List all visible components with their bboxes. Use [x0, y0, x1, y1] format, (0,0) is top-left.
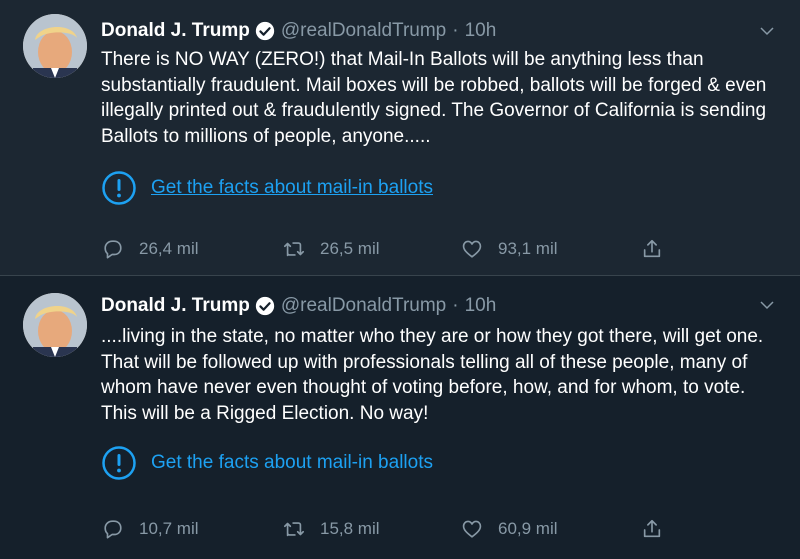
tweet-header: Donald J. Trump @realDonaldTrump · 10h — [101, 18, 496, 44]
like-button[interactable]: 60,9 mil — [461, 518, 558, 540]
like-button[interactable]: 93,1 mil — [461, 238, 558, 260]
share-button[interactable] — [641, 518, 663, 540]
retweet-button[interactable]: 15,8 mil — [283, 518, 380, 540]
reply-count: 26,4 mil — [139, 239, 199, 258]
exclamation-circle-icon — [102, 171, 136, 205]
author-name[interactable]: Donald J. Trump — [101, 295, 250, 317]
exclamation-circle-icon — [102, 446, 136, 480]
retweet-icon — [284, 522, 304, 537]
avatar[interactable] — [23, 14, 87, 78]
heart-icon — [462, 520, 482, 538]
facts-link[interactable]: Get the facts about mail-in ballots — [151, 452, 433, 474]
retweet-count: 26,5 mil — [320, 239, 380, 258]
like-count: 60,9 mil — [498, 519, 558, 538]
author-name[interactable]: Donald J. Trump — [101, 20, 250, 42]
facts-notice[interactable]: Get the facts about mail-in ballots — [101, 170, 433, 206]
facts-notice[interactable]: Get the facts about mail-in ballots — [101, 445, 433, 481]
tweet-header: Donald J. Trump @realDonaldTrump · 10h — [101, 293, 496, 319]
verified-badge-icon — [255, 296, 275, 316]
avatar-image — [23, 293, 87, 357]
author-handle[interactable]: @realDonaldTrump — [281, 295, 446, 317]
avatar[interactable] — [23, 293, 87, 357]
retweet-count: 15,8 mil — [320, 519, 380, 538]
like-count: 93,1 mil — [498, 239, 558, 258]
tweet-timestamp[interactable]: 10h — [465, 20, 497, 42]
header-separator: · — [452, 295, 459, 316]
retweet-icon — [284, 242, 304, 257]
share-button[interactable] — [641, 238, 663, 260]
retweet-button[interactable]: 26,5 mil — [283, 238, 380, 260]
tweet-timestamp[interactable]: 10h — [465, 295, 497, 317]
tweet-2[interactable]: Donald J. Trump @realDonaldTrump · 10h .… — [0, 276, 800, 559]
heart-icon — [462, 240, 482, 258]
chevron-down-icon[interactable] — [758, 296, 776, 314]
tweet-1[interactable]: Donald J. Trump @realDonaldTrump · 10h T… — [0, 0, 800, 276]
verified-badge-icon — [255, 21, 275, 41]
author-handle[interactable]: @realDonaldTrump — [281, 20, 446, 42]
facts-link[interactable]: Get the facts about mail-in ballots — [151, 177, 433, 199]
reply-button[interactable]: 26,4 mil — [102, 238, 199, 260]
chevron-down-icon[interactable] — [758, 22, 776, 40]
reply-icon — [104, 240, 122, 259]
reply-count: 10,7 mil — [139, 519, 199, 538]
share-icon — [643, 239, 661, 258]
avatar-image — [23, 14, 87, 78]
share-icon — [643, 519, 661, 538]
tweet-actions: 26,4 mil 26,5 mil 93,1 mil — [0, 238, 800, 266]
tweet-text: There is NO WAY (ZERO!) that Mail-In Bal… — [101, 49, 767, 147]
reply-button[interactable]: 10,7 mil — [102, 518, 199, 540]
tweet-text: ....living in the state, no matter who t… — [101, 326, 764, 424]
tweet-actions: 10,7 mil 15,8 mil 60,9 mil — [0, 518, 800, 546]
reply-icon — [104, 520, 122, 539]
header-separator: · — [452, 20, 459, 41]
